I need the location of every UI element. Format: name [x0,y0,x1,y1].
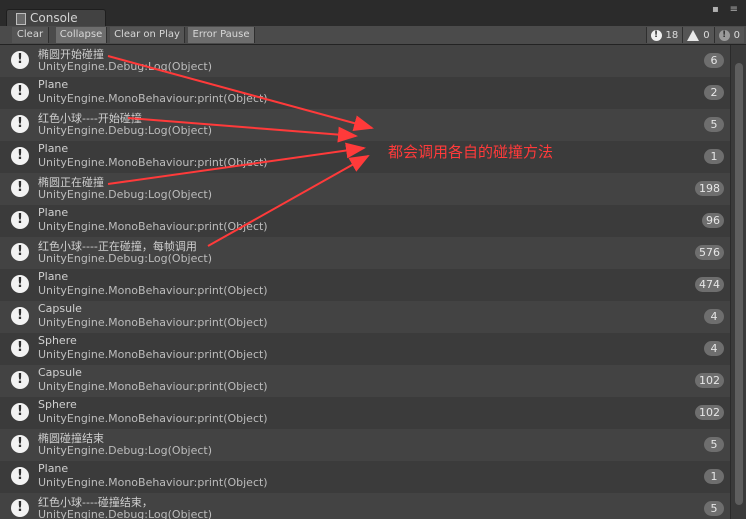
log-message: Sphere [38,398,77,411]
log-entry[interactable]: ! Plane UnityEngine.MonoBehaviour:print(… [0,461,730,493]
info-icon: ! [11,147,29,165]
log-message: Plane [38,142,69,155]
log-entry[interactable]: ! Sphere UnityEngine.MonoBehaviour:print… [0,333,730,365]
info-icon: ! [11,179,29,197]
info-icon: ! [11,83,29,101]
scrollbar-thumb[interactable] [735,63,743,505]
tab-label: Console [30,11,78,25]
collapse-count-badge: 4 [704,341,724,356]
error-filter-toggle[interactable]: ! 0 [713,27,744,43]
info-icon: ! [11,115,29,133]
error-count: 0 [733,29,740,41]
error-pause-toggle[interactable]: Error Pause [188,27,255,43]
log-source: UnityEngine.Debug:Log(Object) [38,252,213,265]
collapse-count-badge: 5 [704,501,724,516]
log-source: UnityEngine.Debug:Log(Object) [38,508,213,519]
log-source: UnityEngine.Debug:Log(Object) [38,188,213,201]
info-icon: ! [11,243,29,261]
info-icon: ! [11,403,29,421]
log-message: Capsule [38,366,82,379]
log-message: Plane [38,462,69,475]
log-source: UnityEngine.MonoBehaviour:print(Object) [38,316,268,329]
log-source: UnityEngine.Debug:Log(Object) [38,444,213,457]
log-message: Sphere [38,334,77,347]
log-count: 18 [665,29,679,41]
log-message: Plane [38,78,69,91]
collapse-count-badge: 4 [704,309,724,324]
warning-filter-toggle[interactable]: 0 [682,27,714,43]
log-source: UnityEngine.MonoBehaviour:print(Object) [38,284,268,297]
log-entry[interactable]: ! 椭圆碰撞结束 UnityEngine.Debug:Log(Object) 5 [0,429,730,461]
info-icon: ! [11,51,29,69]
log-message: Plane [38,206,69,219]
window-controls: ▪ ≡ [712,4,738,18]
log-list: ! 椭圆开始碰撞 UnityEngine.Debug:Log(Object) 6… [0,45,730,519]
info-icon: ! [11,307,29,325]
log-entry[interactable]: ! 椭圆开始碰撞 UnityEngine.Debug:Log(Object) 6 [0,45,730,77]
collapse-count-badge: 5 [704,117,724,132]
error-icon: ! [718,29,730,41]
dock-menu-icon[interactable]: ▪ [712,4,719,18]
log-source: UnityEngine.Debug:Log(Object) [38,124,213,137]
info-icon: ! [11,275,29,293]
log-counters: ! 18 0 ! 0 [645,27,744,43]
console-icon [16,13,26,25]
log-message: Capsule [38,302,82,315]
clear-on-play-toggle[interactable]: Clear on Play [110,27,185,43]
options-menu-icon[interactable]: ≡ [730,4,738,18]
collapse-count-badge: 474 [695,277,724,292]
collapse-count-badge: 198 [695,181,724,196]
log-source: UnityEngine.MonoBehaviour:print(Object) [38,348,268,361]
log-source: UnityEngine.MonoBehaviour:print(Object) [38,156,268,169]
log-entry[interactable]: ! 椭圆正在碰撞 UnityEngine.Debug:Log(Object) 1… [0,173,730,205]
log-source: UnityEngine.MonoBehaviour:print(Object) [38,380,268,393]
collapse-count-badge: 96 [702,213,724,228]
log-entry[interactable]: ! 红色小球----碰撞结束， UnityEngine.Debug:Log(Ob… [0,493,730,519]
log-entry[interactable]: ! Plane UnityEngine.MonoBehaviour:print(… [0,141,730,173]
info-icon: ! [11,371,29,389]
log-entry[interactable]: ! Plane UnityEngine.MonoBehaviour:print(… [0,205,730,237]
log-entry[interactable]: ! Capsule UnityEngine.MonoBehaviour:prin… [0,301,730,333]
info-icon: ! [650,29,662,41]
log-entry[interactable]: ! 红色小球----正在碰撞，每帧调用 UnityEngine.Debug:Lo… [0,237,730,269]
window-titlebar: Console ▪ ≡ [0,0,746,27]
log-entry[interactable]: ! Sphere UnityEngine.MonoBehaviour:print… [0,397,730,429]
annotation-text: 都会调用各自的碰撞方法 [388,143,554,161]
log-source: UnityEngine.MonoBehaviour:print(Object) [38,476,268,489]
collapse-count-badge: 102 [695,405,724,420]
console-toolbar: Clear Collapse Clear on Play Error Pause… [0,26,746,45]
collapse-count-badge: 1 [704,149,724,164]
info-icon: ! [11,467,29,485]
log-source: UnityEngine.MonoBehaviour:print(Object) [38,220,268,233]
warning-icon [687,29,700,41]
collapse-count-badge: 102 [695,373,724,388]
collapse-count-badge: 2 [704,85,724,100]
info-icon: ! [11,499,29,517]
collapse-count-badge: 576 [695,245,724,260]
info-icon: ! [11,211,29,229]
collapse-count-badge: 6 [704,53,724,68]
clear-button[interactable]: Clear [12,27,49,43]
log-source: UnityEngine.MonoBehaviour:print(Object) [38,412,268,425]
log-source: UnityEngine.MonoBehaviour:print(Object) [38,92,268,105]
log-entry[interactable]: ! Capsule UnityEngine.MonoBehaviour:prin… [0,365,730,397]
warning-count: 0 [703,29,710,41]
log-entry[interactable]: ! 红色小球----开始碰撞 UnityEngine.Debug:Log(Obj… [0,109,730,141]
log-entry[interactable]: ! Plane UnityEngine.MonoBehaviour:print(… [0,269,730,301]
vertical-scrollbar[interactable] [730,45,746,519]
collapse-toggle[interactable]: Collapse [56,27,107,43]
tab-console[interactable]: Console [6,9,106,27]
collapse-count-badge: 1 [704,469,724,484]
info-icon: ! [11,435,29,453]
log-source: UnityEngine.Debug:Log(Object) [38,60,213,73]
log-message: Plane [38,270,69,283]
log-entry[interactable]: ! Plane UnityEngine.MonoBehaviour:print(… [0,77,730,109]
log-filter-toggle[interactable]: ! 18 [645,27,683,43]
collapse-count-badge: 5 [704,437,724,452]
info-icon: ! [11,339,29,357]
